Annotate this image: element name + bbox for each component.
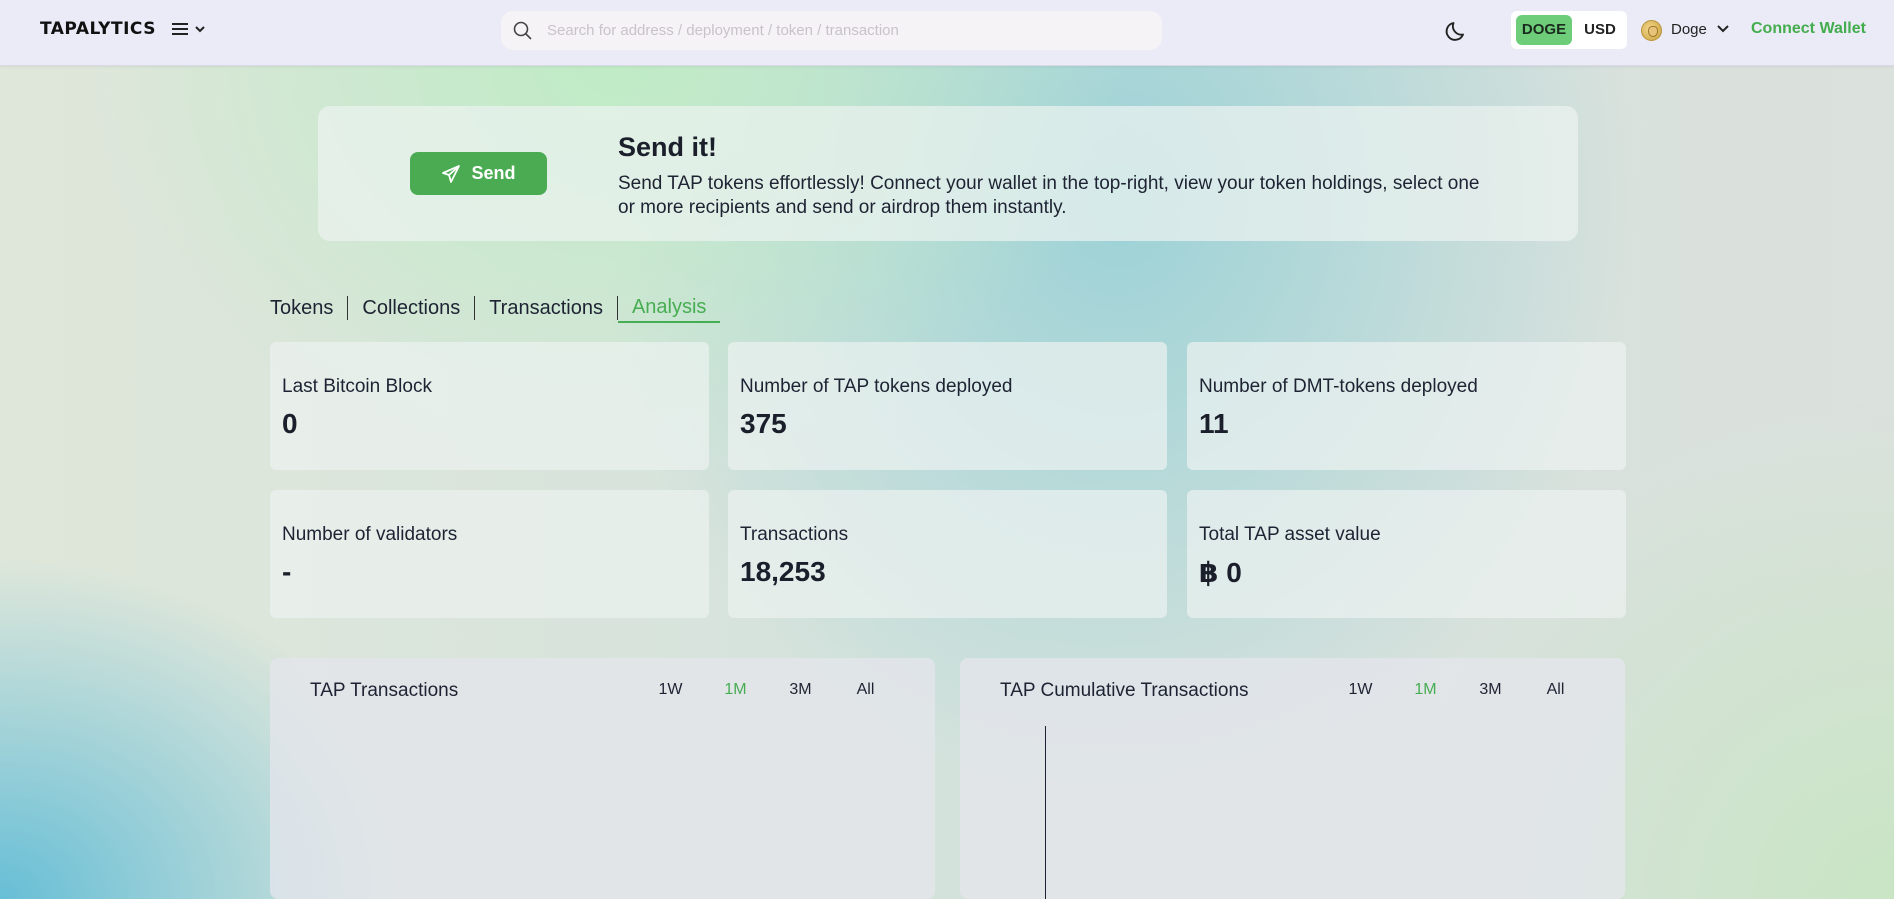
tab-collections[interactable]: Collections [348,294,474,322]
search-bar[interactable] [501,11,1162,50]
range-all[interactable]: All [833,681,898,699]
theme-toggle-button[interactable] [1444,18,1472,46]
stat-card-validators: Number of validators - [270,490,709,618]
chart-title: TAP Cumulative Transactions [1000,680,1249,701]
send-button[interactable]: Send [410,152,547,195]
send-banner: Send Send it! Send TAP tokens effortless… [318,106,1578,241]
range-1w[interactable]: 1W [1328,681,1393,699]
currency-option-doge[interactable]: DOGE [1516,15,1572,45]
chart-panel-tap-cumulative: TAP Cumulative Transactions 1W 1M 3M All [960,658,1625,899]
stat-card-asset-value: Total TAP asset value ฿ 0 [1187,490,1626,618]
stat-label: Total TAP asset value [1199,524,1381,545]
search-input[interactable] [547,11,1147,50]
send-button-label: Send [471,163,516,183]
currency-toggle: DOGE USD [1511,11,1627,49]
network-selector[interactable]: Doge [1641,18,1733,44]
search-icon [513,21,532,40]
network-label: Doge [1671,21,1707,38]
range-selector: 1W 1M 3M All [638,681,898,699]
connect-wallet-button[interactable]: Connect Wallet [1751,20,1866,38]
range-1m[interactable]: 1M [703,681,768,699]
send-icon [442,164,461,183]
chart-y-axis [1045,726,1046,899]
stat-value: 0 [282,408,298,439]
range-1w[interactable]: 1W [638,681,703,699]
chart-panel-tap-transactions: TAP Transactions 1W 1M 3M All [270,658,935,899]
chart-title: TAP Transactions [310,680,459,701]
stat-value: ฿ 0 [1199,557,1242,588]
moon-icon [1445,22,1464,41]
section-tabs: Tokens Collections Transactions Analysis [270,292,721,324]
chevron-down-icon [1717,25,1729,33]
range-selector: 1W 1M 3M All [1328,681,1588,699]
banner-description: Send TAP tokens effortlessly! Connect yo… [618,173,1480,218]
banner-title: Send it! [618,132,717,162]
stat-label: Number of DMT-tokens deployed [1199,376,1478,397]
tab-analysis[interactable]: Analysis [617,293,721,323]
stat-label: Last Bitcoin Block [282,376,432,397]
tab-transactions[interactable]: Transactions [475,294,617,322]
stat-card-last-block: Last Bitcoin Block 0 [270,342,709,470]
chevron-down-icon [195,26,205,33]
tab-tokens[interactable]: Tokens [270,294,347,322]
stat-label: Transactions [740,524,849,545]
stat-label: Number of TAP tokens deployed [740,376,1013,397]
hamburger-icon [172,23,188,35]
top-navbar: TAPALYTICS DOGE USD Doge Connect W [0,0,1894,66]
stat-card-transactions: Transactions 18,253 [728,490,1167,618]
doge-coin-icon [1641,20,1662,41]
range-3m[interactable]: 3M [768,681,833,699]
stat-value: 11 [1199,408,1229,439]
stat-value: - [282,556,292,587]
range-1m[interactable]: 1M [1393,681,1458,699]
stat-card-tap-tokens: Number of TAP tokens deployed 375 [728,342,1167,470]
stat-value: 18,253 [740,556,826,587]
menu-dropdown-button[interactable] [170,19,210,41]
range-3m[interactable]: 3M [1458,681,1523,699]
range-all[interactable]: All [1523,681,1588,699]
currency-option-usd[interactable]: USD [1577,15,1623,45]
stat-value: 375 [740,408,787,439]
stat-label: Number of validators [282,524,458,545]
logo[interactable]: TAPALYTICS [40,19,156,39]
stat-card-dmt-tokens: Number of DMT-tokens deployed 11 [1187,342,1626,470]
